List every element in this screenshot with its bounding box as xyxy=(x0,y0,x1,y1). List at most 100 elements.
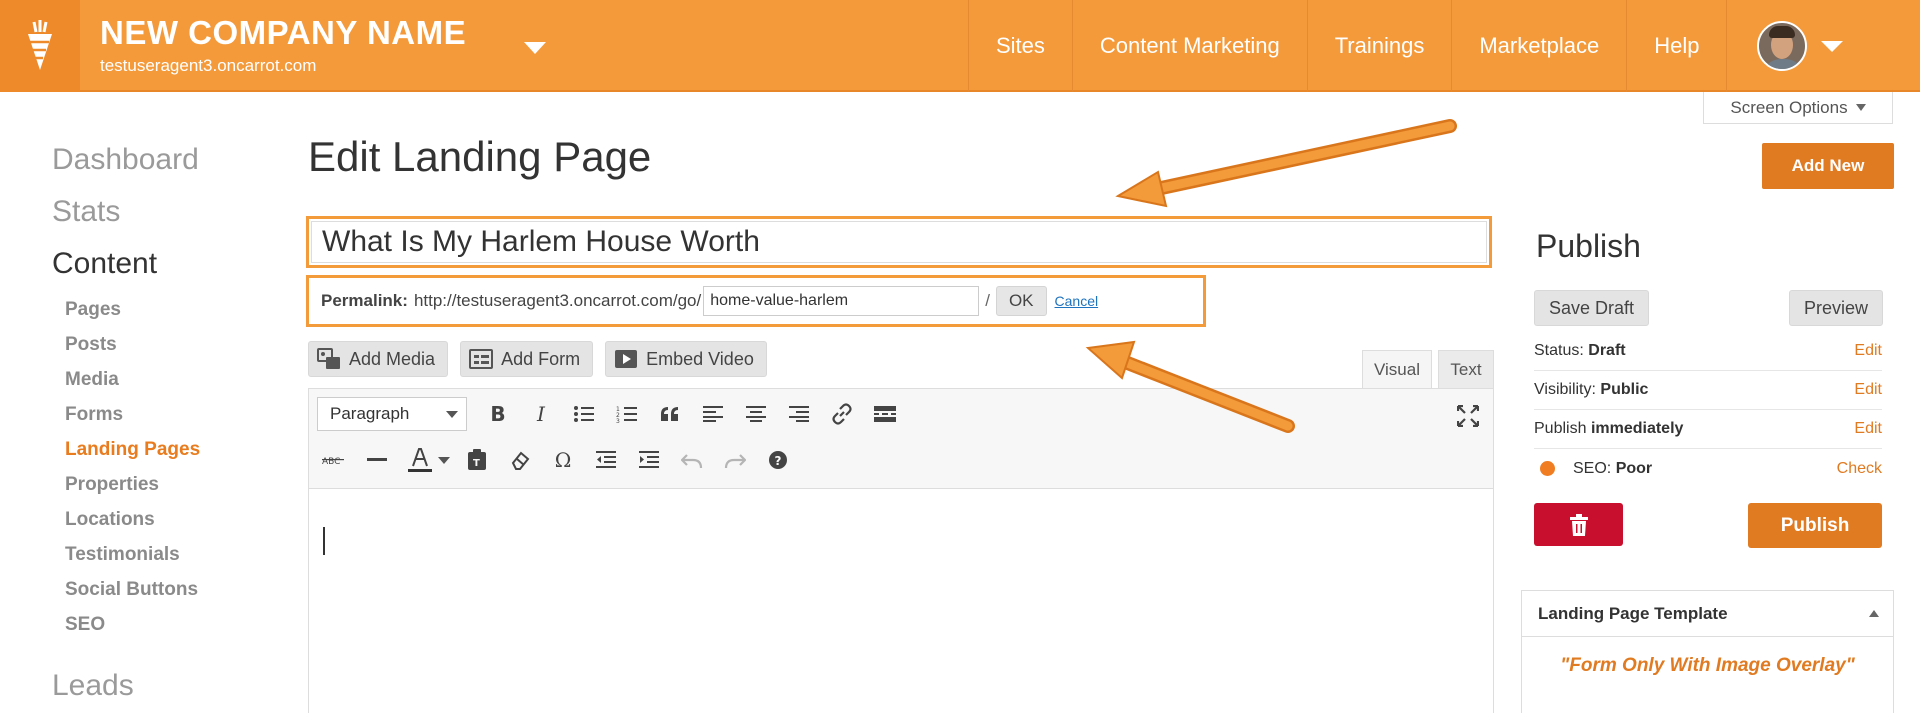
slug-input[interactable] xyxy=(703,286,980,316)
publish-schedule-value: immediately xyxy=(1590,420,1684,437)
carrot-logo[interactable] xyxy=(0,0,80,92)
publish-schedule-label: Publish xyxy=(1534,420,1587,437)
add-form-label: Add Form xyxy=(501,348,581,369)
status-value: Draft xyxy=(1588,342,1626,359)
user-menu[interactable] xyxy=(1726,0,1863,92)
permalink-label: Permalink: xyxy=(321,291,408,310)
align-center-icon[interactable] xyxy=(739,397,773,431)
paste-as-text-icon[interactable]: T xyxy=(460,443,494,477)
add-form-button[interactable]: Add Form xyxy=(460,341,594,377)
visibility-label: Visibility: xyxy=(1534,381,1596,398)
status-edit-link[interactable]: Edit xyxy=(1854,342,1882,360)
sidebar: Dashboard Stats Content Pages Posts Medi… xyxy=(52,140,282,713)
visibility-row: Visibility: Public Edit xyxy=(1534,371,1882,410)
screen-options-button[interactable]: Screen Options xyxy=(1703,92,1893,124)
sidebar-item-properties[interactable]: Properties xyxy=(65,471,282,506)
sidebar-item-seo[interactable]: SEO xyxy=(65,611,282,646)
chevron-down-icon xyxy=(446,410,458,418)
avatar[interactable] xyxy=(1757,21,1808,71)
publish-schedule-edit-link[interactable]: Edit xyxy=(1854,420,1882,438)
redo-icon[interactable] xyxy=(718,443,752,477)
add-media-icon xyxy=(317,348,340,369)
visibility-value: Public xyxy=(1600,381,1649,398)
text-color-caret-icon[interactable] xyxy=(437,443,451,477)
sidebar-item-content[interactable]: Content xyxy=(52,244,282,296)
top-bar: NEW COMPANY NAME testuseragent3.oncarrot… xyxy=(0,0,1920,92)
horizontal-line-icon[interactable] xyxy=(360,443,394,477)
permalink-editor: Permalink: http://testuseragent3.oncarro… xyxy=(306,275,1206,327)
link-icon[interactable] xyxy=(825,397,859,431)
numbered-list-icon[interactable]: 123 xyxy=(610,397,644,431)
outdent-icon[interactable] xyxy=(589,443,623,477)
permalink-ok-button[interactable]: OK xyxy=(995,286,1047,316)
post-title-input[interactable] xyxy=(311,221,1487,263)
nav-help[interactable]: Help xyxy=(1626,0,1726,92)
nav-content-marketing[interactable]: Content Marketing xyxy=(1071,0,1307,92)
permalink-base-url: http://testuseragent3.oncarrot.com/go/ xyxy=(413,291,702,310)
add-new-button[interactable]: Add New xyxy=(1762,143,1894,189)
sidebar-item-testimonials[interactable]: Testimonials xyxy=(65,541,282,576)
publish-box-title: Publish xyxy=(1536,228,1641,264)
text-color-icon[interactable] xyxy=(403,443,437,477)
format-select[interactable]: Paragraph xyxy=(317,397,467,431)
blockquote-icon[interactable] xyxy=(653,397,687,431)
bold-icon[interactable]: B xyxy=(481,397,515,431)
chevron-down-icon xyxy=(1855,104,1866,111)
status-row: Status: Draft Edit xyxy=(1534,332,1882,371)
seo-label: SEO: xyxy=(1573,459,1612,477)
embed-video-button[interactable]: Embed Video xyxy=(605,341,767,377)
sidebar-item-pages[interactable]: Pages xyxy=(65,296,282,331)
preview-button[interactable]: Preview xyxy=(1789,290,1884,326)
site-url: testuseragent3.oncarrot.com xyxy=(100,56,317,75)
company-name: NEW COMPANY NAME xyxy=(100,14,467,51)
sidebar-item-forms[interactable]: Forms xyxy=(65,401,282,436)
strikethrough-icon[interactable]: ABC xyxy=(317,443,351,477)
fullscreen-icon[interactable] xyxy=(1453,401,1483,431)
nav-sites[interactable]: Sites xyxy=(968,0,1072,92)
undo-icon[interactable] xyxy=(675,443,709,477)
publish-button[interactable]: Publish xyxy=(1748,503,1882,548)
move-to-trash-button[interactable] xyxy=(1534,503,1623,546)
site-switcher-caret-icon[interactable] xyxy=(524,42,546,54)
company-brand[interactable]: NEW COMPANY NAME testuseragent3.oncarrot… xyxy=(100,14,466,76)
chevron-up-icon[interactable] xyxy=(1869,610,1879,617)
visibility-edit-link[interactable]: Edit xyxy=(1854,381,1882,399)
align-left-icon[interactable] xyxy=(696,397,730,431)
sidebar-item-locations[interactable]: Locations xyxy=(65,506,282,541)
permalink-cancel-link[interactable]: Cancel xyxy=(1055,293,1099,309)
sidebar-item-media[interactable]: Media xyxy=(65,366,282,401)
bullet-list-icon[interactable] xyxy=(567,397,601,431)
add-media-button[interactable]: Add Media xyxy=(308,341,449,377)
nav-trainings[interactable]: Trainings xyxy=(1306,0,1452,92)
clear-formatting-icon[interactable] xyxy=(503,443,537,477)
template-box-header[interactable]: Landing Page Template xyxy=(1522,591,1893,637)
help-icon[interactable]: ? xyxy=(761,443,795,477)
content-editor[interactable]: Paragraph B I 123 ABC T Ω ? xyxy=(308,388,1494,713)
sidebar-item-leads[interactable]: Leads xyxy=(52,666,282,713)
italic-icon[interactable]: I xyxy=(524,397,558,431)
seo-row: SEO: Poor Check xyxy=(1534,449,1882,488)
trash-icon xyxy=(1569,513,1588,536)
tab-visual[interactable]: Visual xyxy=(1362,350,1432,388)
template-name: "Form Only With Image Overlay" xyxy=(1560,655,1855,676)
title-highlight-box xyxy=(306,216,1492,268)
sidebar-item-stats[interactable]: Stats xyxy=(52,192,282,244)
landing-page-template-box: Landing Page Template "Form Only With Im… xyxy=(1521,590,1894,713)
read-more-icon[interactable] xyxy=(868,397,902,431)
save-draft-button[interactable]: Save Draft xyxy=(1534,290,1650,326)
seo-check-link[interactable]: Check xyxy=(1837,460,1882,478)
sidebar-item-posts[interactable]: Posts xyxy=(65,331,282,366)
svg-text:T: T xyxy=(473,458,480,469)
template-heading: Landing Page Template xyxy=(1538,603,1728,623)
indent-icon[interactable] xyxy=(632,443,666,477)
sidebar-item-social-buttons[interactable]: Social Buttons xyxy=(65,576,282,611)
tab-text[interactable]: Text xyxy=(1438,350,1494,388)
sidebar-item-dashboard[interactable]: Dashboard xyxy=(52,140,282,192)
nav-marketplace[interactable]: Marketplace xyxy=(1451,0,1626,92)
permalink-slash: / xyxy=(985,291,990,310)
user-menu-caret-icon[interactable] xyxy=(1821,40,1844,52)
align-right-icon[interactable] xyxy=(782,397,816,431)
svg-text:ABC: ABC xyxy=(322,457,340,466)
special-character-icon[interactable]: Ω xyxy=(546,443,580,477)
sidebar-item-landing-pages[interactable]: Landing Pages xyxy=(65,436,282,471)
